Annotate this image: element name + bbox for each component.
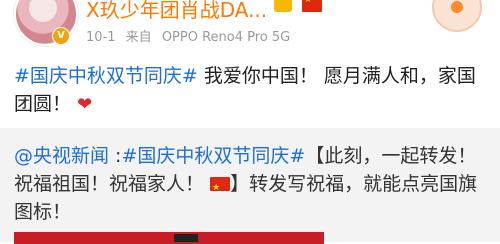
topic-link[interactable]: #国庆中秋双节同庆# [14, 65, 198, 87]
repost-card[interactable]: @央视新闻 :#国庆中秋双节同庆#【此刻，一起转发！祝福祖国！祝福家人！ 】转发… [0, 128, 500, 244]
china-flag-icon [210, 174, 231, 202]
username[interactable]: X玖少年团肖战DA... [86, 0, 267, 23]
device-name: OPPO Reno4 Pro 5G [161, 30, 291, 45]
heart-icon: ❤ [77, 94, 93, 115]
mention-separator: : [109, 145, 122, 167]
mention-link[interactable]: @央视新闻 [14, 145, 109, 167]
weibo-post: V X玖少年团肖战DA... 10-1 来自 OPPO Reno4 Pro 5G… [0, 0, 500, 244]
repost-text: @央视新闻 :#国庆中秋双节同庆#【此刻，一起转发！祝福祖国！祝福家人！ 】转发… [14, 142, 490, 226]
repost-media-thumbnail[interactable] [14, 232, 324, 244]
follow-button[interactable] [432, 0, 482, 32]
verified-badge-icon: V [52, 27, 70, 45]
repost-topic-link[interactable]: #国庆中秋双节同庆# [121, 145, 305, 167]
source-prefix: 来自 [125, 30, 152, 45]
china-flag-icon [302, 0, 322, 12]
crown-badge-icon [274, 0, 292, 12]
post-text: #国庆中秋双节同庆# 我爱你中国！ 愿月满人和，家国团圆！ ❤ [14, 62, 484, 119]
post-date: 10-1 [86, 30, 116, 45]
post-meta: 10-1 来自 OPPO Reno4 Pro 5G [86, 26, 290, 45]
